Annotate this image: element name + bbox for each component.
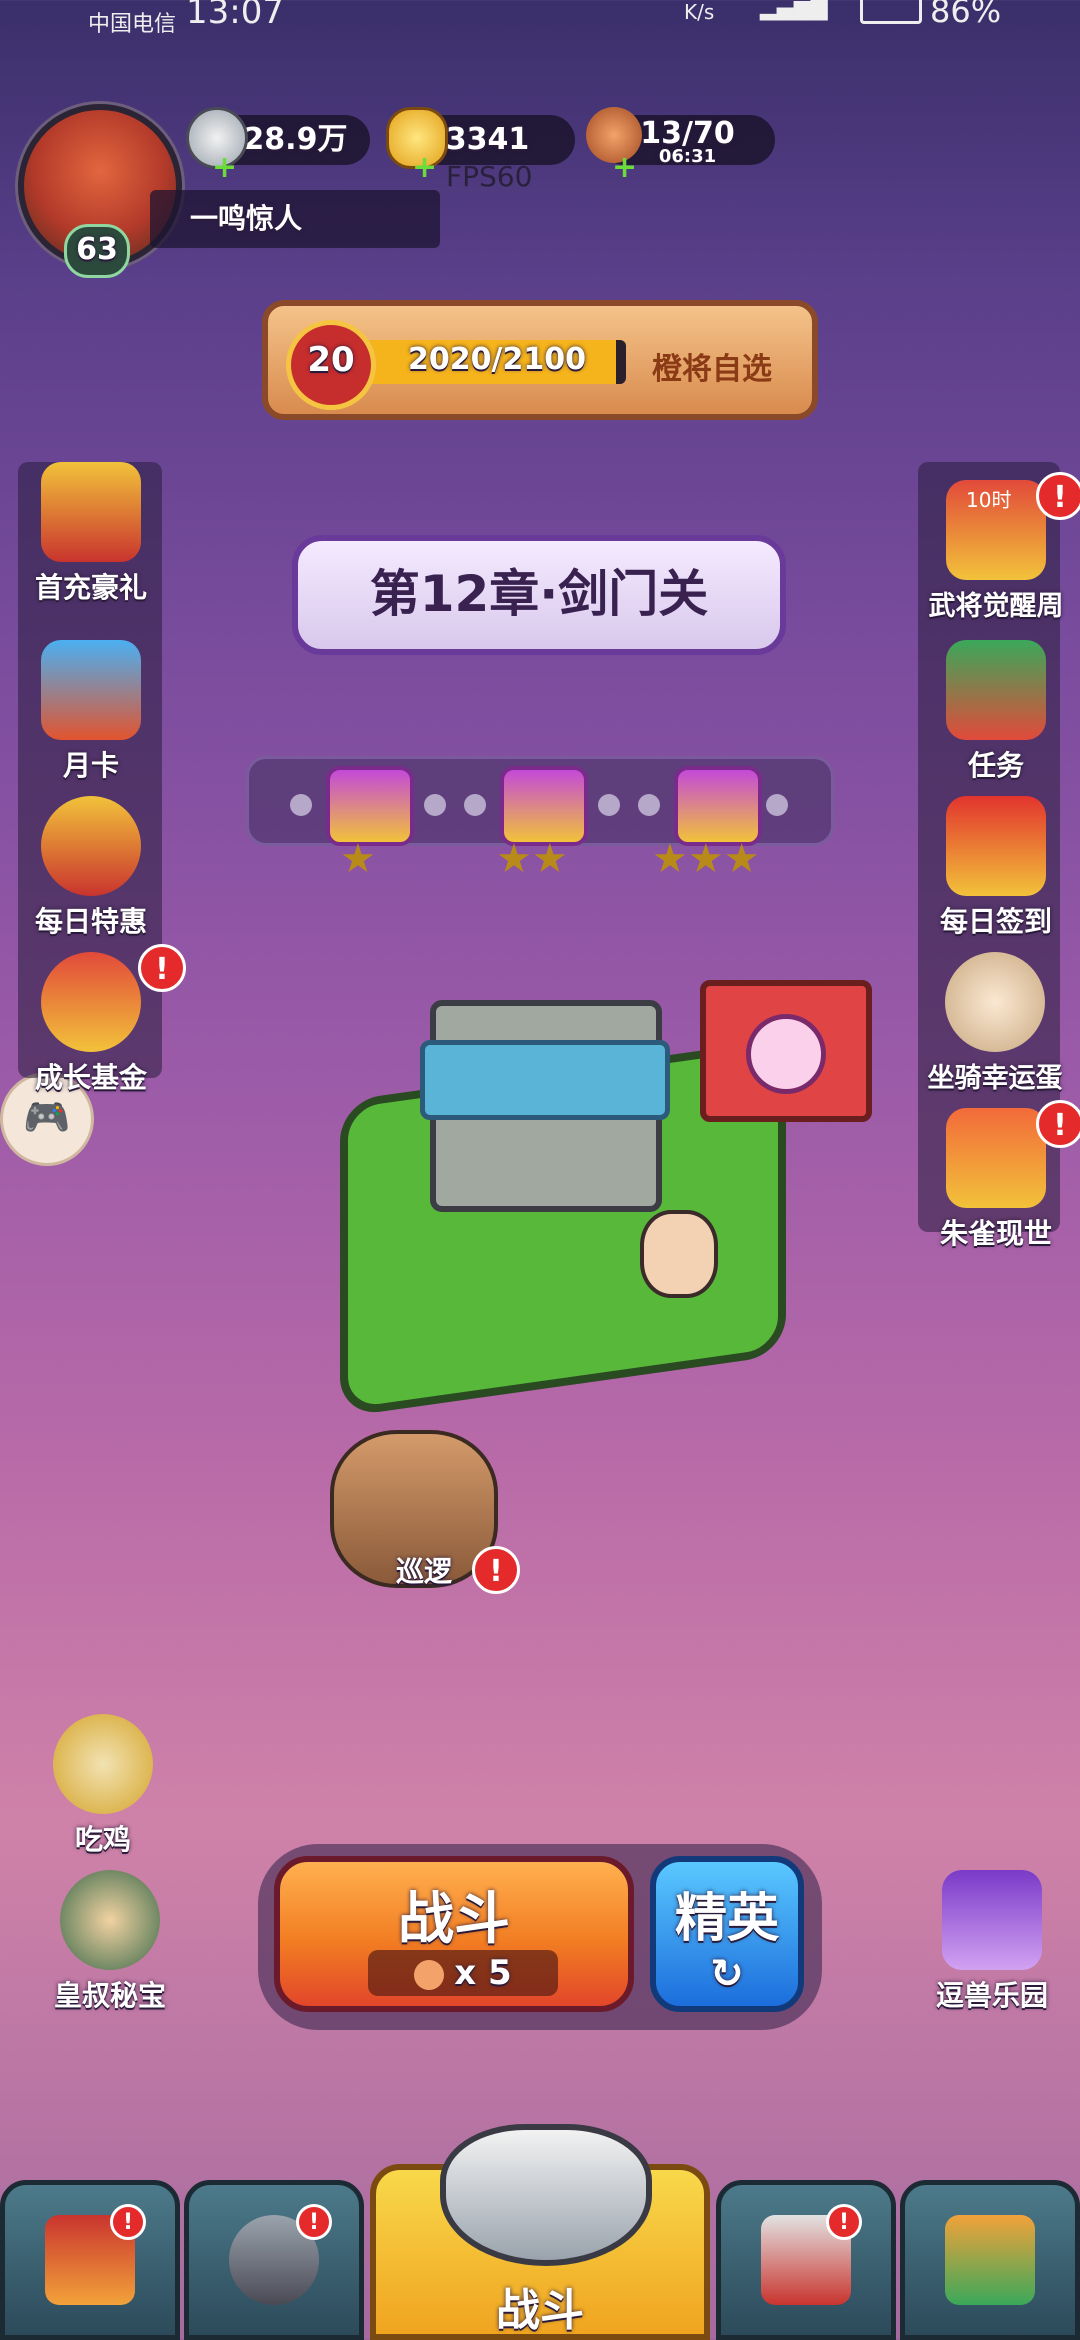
crossed-swords-icon [440,2124,652,2266]
treasure-chest-icon [41,462,141,562]
menu-first-recharge[interactable]: 首充豪礼 [16,462,166,612]
menu-daily-signin[interactable]: 每日签到 [916,796,1076,946]
progress-dot [766,794,788,816]
beast-park-shortcut[interactable]: 逗兽乐园 [912,1870,1072,2020]
player-name[interactable]: 一鸣惊人 [150,190,440,248]
battery-icon [860,0,922,24]
beast-park-label: 逗兽乐园 [935,1979,1048,2012]
menu-label: 每日特惠 [34,905,147,938]
fps-counter: FPS60 [446,160,533,193]
clock: 13:07 [186,0,284,32]
uncle-treasure-shortcut[interactable]: 皇叔秘宝 [30,1870,190,2020]
nav-tab-generals[interactable] [184,2180,364,2340]
star-chest-3[interactable] [674,766,762,846]
vermilion-alert-badge: ! [1036,1100,1080,1148]
menu-label: 坐骑幸运蛋 [927,1063,1063,1094]
uncle-treasure-label: 皇叔秘宝 [53,1979,166,2012]
progress-dot [424,794,446,816]
chicken-character-icon [53,1714,153,1814]
nav-battle-label: 战斗 [496,2285,584,2336]
paw-banner-flag [700,980,872,1122]
awaken-alert-badge: ! [1036,472,1080,520]
level-progress-text: 2020/2100 [408,342,586,377]
player-level-badge: 63 [64,224,130,278]
general-character [640,1210,718,1298]
progress-dot [464,794,486,816]
upgrade-arrow-icon [945,2215,1035,2305]
menu-month-card[interactable]: 月卡 [16,640,166,790]
elite-label: 精英 [674,1889,779,1949]
choose-orange-general-button[interactable]: 橙将自选 [652,344,772,388]
signal-icon: ▂▄▆█ [760,0,828,21]
star-icon: ★★ [496,836,568,882]
meat-drumstick-icon [414,1959,445,1990]
gift-bag-icon [41,796,141,896]
star-icon: ★★★ [652,836,760,882]
menu-label: 武将觉醒周 [928,591,1064,622]
nav-tab-city[interactable] [0,2180,180,2340]
battle-cost: x 5 [368,1950,558,1996]
level-star-badge: 20 [286,320,376,410]
month-card-icon [41,640,141,740]
menu-label: 朱雀现世 [939,1217,1052,1250]
menu-label: 每日签到 [939,905,1052,938]
progress-dot [290,794,312,816]
uncle-character-icon [60,1870,160,1970]
net-speed: K/s [684,0,715,24]
nav-city-alert: ! [110,2204,146,2240]
dragon-beast-icon [942,1870,1042,1970]
star-chest-1[interactable] [326,766,414,846]
progress-dot [598,794,620,816]
growth-fund-alert-badge: ! [138,944,186,992]
chapter-title: 第12章·剑门关 [292,535,786,655]
menu-label: 成长基金 [34,1061,147,1094]
menu-label: 首充豪礼 [34,571,147,604]
menu-label: 任务 [967,749,1024,782]
battery-percent: 86% [930,0,1002,30]
patrol-alert-badge: ! [472,1546,520,1594]
awaken-general-icon: 10时 [946,480,1046,580]
add-silver-icon[interactable]: + [212,150,237,185]
nav-generals-alert: ! [296,2204,332,2240]
menu-label: 月卡 [62,749,119,782]
nav-tab-growth[interactable] [900,2180,1080,2340]
nav-tab-equipment[interactable] [716,2180,896,2340]
refresh-icon: ↻ [710,1951,744,1997]
star-chest-2[interactable] [500,766,588,846]
star-icon: ★ [340,836,376,882]
lucky-egg-icon [945,952,1045,1052]
elite-button[interactable]: 精英 ↻ [650,1856,804,2012]
carrier-label: 中国电信 [88,12,177,37]
vermilion-bird-icon [946,1108,1046,1208]
battle-label: 战斗 [398,1887,510,1952]
menu-mount-lucky-egg[interactable]: 坐骑幸运蛋 [910,952,1080,1102]
menu-tasks[interactable]: 任务 [916,640,1076,790]
awaken-timer: 10时 [966,488,1012,512]
add-stamina-icon[interactable]: + [612,150,637,185]
fortune-god-icon [41,952,141,1052]
nav-equipment-alert: ! [826,2204,862,2240]
battle-cost-value: x 5 [454,1953,512,1993]
scroll-book-icon [946,640,1046,740]
progress-dot [638,794,660,816]
menu-daily-deal[interactable]: 每日特惠 [16,796,166,946]
status-bar: 中国电信 13:07 K/s ▂▄▆█ 86% [0,0,1080,37]
chicken-shortcut[interactable]: 吃鸡 [28,1714,178,1864]
patrol-label: 巡逻 [396,1555,453,1588]
chicken-label: 吃鸡 [74,1823,131,1856]
fortress-roof [420,1040,670,1120]
signin-envelope-icon [946,796,1046,896]
add-gold-icon[interactable]: + [412,150,437,185]
